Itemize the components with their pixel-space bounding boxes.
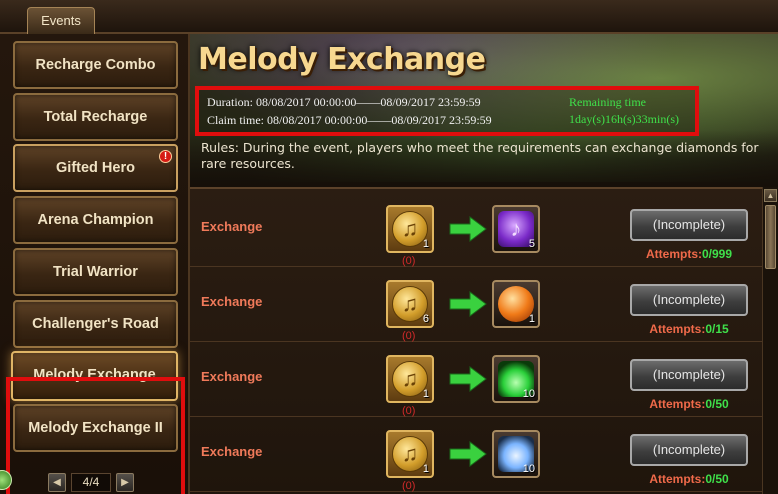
reward-slot[interactable]: 1 xyxy=(492,280,540,328)
reward-count: 10 xyxy=(522,463,535,475)
exchange-row: Exchange ♫ 1 (0) 10 (Incomplete) Attempt… xyxy=(190,418,762,492)
notification-badge: ! xyxy=(159,150,172,163)
attempts-label: Attempts: xyxy=(649,397,706,411)
attempts-value: 0/15 xyxy=(705,322,729,336)
main-panel: Melody Exchange Duration: 08/08/2017 00:… xyxy=(190,34,778,494)
exchange-list: Exchange ♫ 1 (0) ♪ 5 (Incomplete) Attemp… xyxy=(190,187,778,494)
attempts-counter: Attempts:0/15 xyxy=(630,322,748,336)
exchange-label: Exchange xyxy=(201,294,263,309)
exchange-row: Exchange ♫ 6 (0) 1 (Incomplete) Attempts… xyxy=(190,268,762,342)
arrow-right-icon xyxy=(449,291,487,317)
pager: ◀ 4/4 ▶ xyxy=(48,473,136,494)
page-title: Melody Exchange xyxy=(198,42,486,77)
cost-count: 6 xyxy=(422,313,429,325)
arrow-right-icon xyxy=(449,441,487,467)
scroll-up-arrow-icon[interactable]: ▲ xyxy=(764,189,777,202)
exchange-row: Exchange ♫ 1 (0) 10 (Incomplete) Attempt… xyxy=(190,343,762,417)
sidebar-item-label: Gifted Hero xyxy=(56,160,135,176)
melody-coin-slot[interactable]: ♫ 1 xyxy=(386,430,434,478)
event-banner: Melody Exchange Duration: 08/08/2017 00:… xyxy=(190,34,778,190)
reward-slot[interactable]: 10 xyxy=(492,430,540,478)
exchange-label: Exchange xyxy=(201,444,263,459)
reward-count: 1 xyxy=(528,313,535,325)
melody-coin-slot[interactable]: ♫ 6 xyxy=(386,280,434,328)
owned-count: (0) xyxy=(402,405,416,417)
sidebar: Recharge Combo Total Recharge Gifted Her… xyxy=(0,34,190,494)
page-indicator: 4/4 xyxy=(71,473,111,492)
exchange-label: Exchange xyxy=(201,369,263,384)
owned-count: (0) xyxy=(402,330,416,342)
sidebar-item-gifted-hero[interactable]: Gifted Hero ! xyxy=(13,144,178,192)
remaining-time-label: Remaining time xyxy=(569,95,646,109)
reward-slot[interactable]: ♪ 5 xyxy=(492,205,540,253)
melody-coin-slot[interactable]: ♫ 1 xyxy=(386,355,434,403)
duration-text: Duration: 08/08/2017 00:00:00——08/09/201… xyxy=(207,95,481,109)
rules-text: Rules: During the event, players who mee… xyxy=(201,140,759,171)
attempts-counter: Attempts:0/999 xyxy=(630,247,748,261)
exchange-row: Exchange ♫ 1 (0) ♪ 5 (Incomplete) Attemp… xyxy=(190,193,762,267)
exchange-label: Exchange xyxy=(201,219,263,234)
arrow-right-icon xyxy=(449,366,487,392)
incomplete-button[interactable]: (Incomplete) xyxy=(630,434,748,466)
sidebar-item-trial-warrior[interactable]: Trial Warrior xyxy=(13,248,178,296)
attempts-value: 0/50 xyxy=(705,397,729,411)
melody-coin-slot[interactable]: ♫ 1 xyxy=(386,205,434,253)
attempts-value: 0/50 xyxy=(705,472,729,486)
cost-count: 1 xyxy=(422,463,429,475)
sidebar-item-arena-champion[interactable]: Arena Champion xyxy=(13,196,178,244)
prev-page-button[interactable]: ◀ xyxy=(48,473,66,492)
arrow-right-icon xyxy=(449,216,487,242)
scrollbar-thumb[interactable] xyxy=(765,205,776,269)
event-dates-box: Duration: 08/08/2017 00:00:00——08/09/201… xyxy=(195,86,699,136)
attempts-label: Attempts: xyxy=(645,247,702,261)
incomplete-button[interactable]: (Incomplete) xyxy=(630,359,748,391)
sidebar-item-total-recharge[interactable]: Total Recharge xyxy=(13,93,178,141)
attempts-counter: Attempts:0/50 xyxy=(630,472,748,486)
attempts-label: Attempts: xyxy=(649,472,706,486)
owned-count: (0) xyxy=(402,255,416,267)
scrollbar[interactable]: ▲ xyxy=(762,187,778,494)
incomplete-button[interactable]: (Incomplete) xyxy=(630,284,748,316)
reward-slot[interactable]: 10 xyxy=(492,355,540,403)
incomplete-button[interactable]: (Incomplete) xyxy=(630,209,748,241)
cost-count: 1 xyxy=(422,388,429,400)
event-window: Events Recharge Combo Total Recharge Gif… xyxy=(0,0,778,494)
attempts-counter: Attempts:0/50 xyxy=(630,397,748,411)
attempts-value: 0/999 xyxy=(701,247,733,261)
attempts-label: Attempts: xyxy=(649,322,706,336)
reward-count: 10 xyxy=(522,388,535,400)
claim-time-text: Claim time: 08/08/2017 00:00:00——08/09/2… xyxy=(207,113,492,127)
sidebar-item-recharge-combo[interactable]: Recharge Combo xyxy=(13,41,178,89)
owned-count: (0) xyxy=(402,480,416,492)
next-page-button[interactable]: ▶ xyxy=(116,473,134,492)
remaining-time-value: 1day(s)16h(s)33min(s) xyxy=(569,112,679,126)
reward-count: 5 xyxy=(528,238,535,250)
tab-strip: Events xyxy=(0,0,778,34)
sidebar-item-challengers-road[interactable]: Challenger's Road xyxy=(13,300,178,348)
tab-events[interactable]: Events xyxy=(27,7,95,34)
cost-count: 1 xyxy=(422,238,429,250)
